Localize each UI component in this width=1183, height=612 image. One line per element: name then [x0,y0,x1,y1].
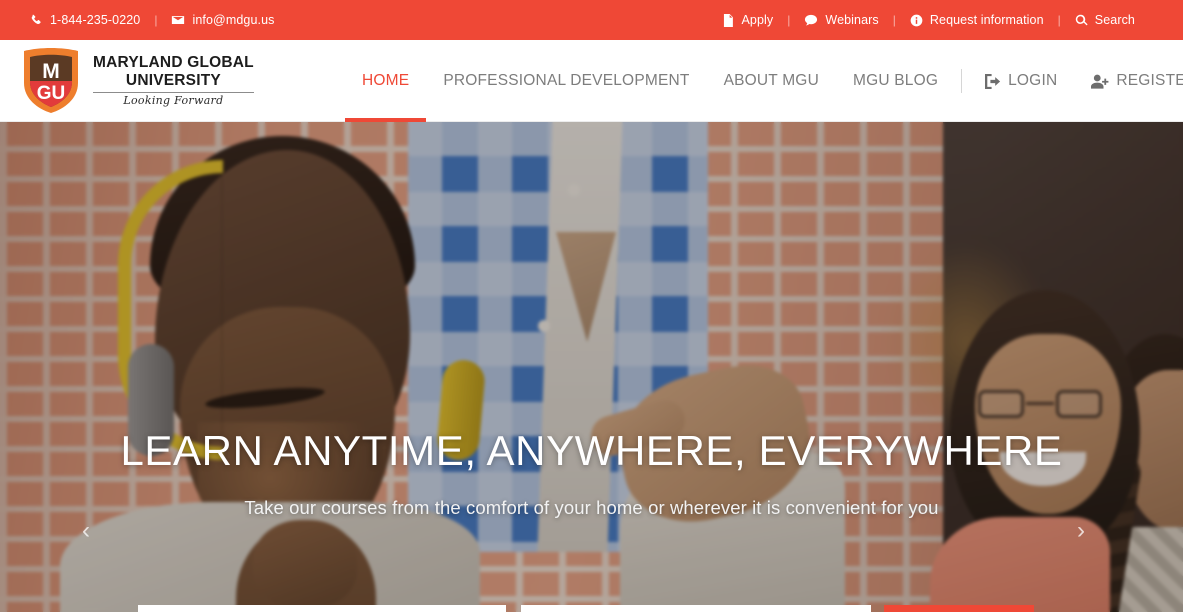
nav-label-mgu-blog: MGU BLOG [852,72,939,89]
main-navigation: HOME PROFESSIONAL DEVELOPMENT ABOUT MGU … [345,40,1183,122]
svg-text:GU: GU [37,83,66,104]
request-information-label: Request information [929,13,1044,27]
hero-background-photo [0,122,1183,612]
select-subject-dropdown[interactable]: SELECT SUBJECT [521,605,871,612]
svg-text:M: M [42,60,60,83]
nav-label-home: HOME [362,72,410,89]
topbar-separator: | [787,13,791,27]
envelope-icon [171,13,185,27]
email-address: info@mdgu.us [192,13,275,27]
carousel-next-arrow-icon[interactable]: › [1065,515,1097,547]
hero-carousel: LEARN ANYTIME, ANYWHERE, EVERYWHERE Take… [0,122,1183,612]
chat-bubble-icon [804,14,818,27]
nav-label-about-mgu: ABOUT MGU [723,72,819,89]
logo-line-2: UNIVERSITY [125,71,221,89]
apply-label: Apply [741,13,774,27]
nav-item-professional-development[interactable]: PROFESSIONAL DEVELOPMENT [426,40,706,122]
request-information-link[interactable]: Request information [910,13,1044,27]
topbar-separator: | [892,13,896,27]
top-utility-bar: 1-844-235-0220 | info@mdgu.us Apply | We… [0,0,1183,40]
document-icon [722,13,734,27]
nav-label-register: REGISTER [1116,72,1183,89]
topbar-separator: | [1057,13,1061,27]
topbar-separator: | [154,13,158,27]
carousel-prev-arrow-icon[interactable]: ‹ [70,515,102,547]
logo-tagline: Looking Forward [123,93,224,107]
site-logo[interactable]: M GU MARYLAND GLOBAL UNIVERSITY Looking … [20,45,254,115]
site-header: M GU MARYLAND GLOBAL UNIVERSITY Looking … [0,40,1183,122]
hero-overlay-tint [0,122,1183,612]
search-link[interactable]: Search [1075,13,1135,27]
nav-divider [961,69,963,93]
webinars-label: Webinars [825,13,879,27]
logo-line-1: MARYLAND GLOBAL [93,53,254,71]
phone-link[interactable]: 1-844-235-0220 [30,13,140,27]
hero-subtitle: Take our courses from the comfort of you… [244,497,939,518]
nav-item-mgu-blog[interactable]: MGU BLOG [836,40,955,122]
nav-item-register[interactable]: REGISTER [1074,40,1183,122]
logo-divider [93,91,254,93]
topbar-contact-group: 1-844-235-0220 | info@mdgu.us [30,13,274,27]
nav-label-professional-development: PROFESSIONAL DEVELOPMENT [443,72,690,89]
user-plus-icon [1091,74,1109,89]
hero-title: LEARN ANYTIME, ANYWHERE, EVERYWHERE [120,427,1063,474]
topbar-links-group: Apply | Webinars | Request information |… [722,13,1135,27]
apply-link[interactable]: Apply [722,13,773,27]
search-now-button[interactable]: SEARCH NOW [884,605,1034,612]
course-search-bar: SELECT CATEGORY SELECT SUBJECT SEARCH NO… [138,605,1050,612]
email-link[interactable]: info@mdgu.us [171,13,274,27]
phone-number: 1-844-235-0220 [50,13,141,27]
select-category-dropdown[interactable]: SELECT CATEGORY [138,605,506,612]
nav-item-login[interactable]: LOGIN [968,40,1074,122]
mgu-shield-icon: M GU [20,45,82,115]
nav-item-about-mgu[interactable]: ABOUT MGU [707,40,836,122]
phone-icon [30,14,43,27]
search-label: Search [1094,13,1135,27]
search-icon [1075,14,1088,27]
sign-in-icon [985,73,1001,89]
webinars-link[interactable]: Webinars [804,13,879,27]
logo-wordmark: MARYLAND GLOBAL UNIVERSITY Looking Forwa… [93,54,254,107]
nav-label-login: LOGIN [1008,72,1058,89]
nav-item-home[interactable]: HOME [345,40,427,122]
info-circle-icon [910,14,923,27]
